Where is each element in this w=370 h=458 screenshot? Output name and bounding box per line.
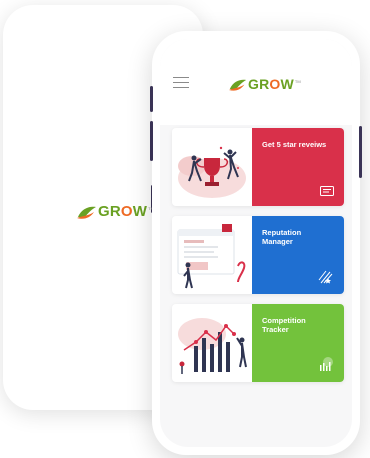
card-title: Reputation Manager bbox=[262, 228, 302, 246]
volume-up-button bbox=[150, 86, 153, 112]
card-panel: Reputation Manager bbox=[252, 216, 344, 294]
review-card-icon bbox=[320, 186, 334, 196]
card-get-reviews[interactable]: Get 5 star reveiws bbox=[172, 128, 344, 206]
trophy-illustration bbox=[172, 128, 252, 206]
hamburger-icon[interactable] bbox=[173, 77, 189, 89]
card-title: Competition Tracker bbox=[262, 316, 306, 334]
power-button bbox=[359, 126, 362, 178]
logo-wordmark: GROW bbox=[248, 76, 294, 92]
app-showcase: GROW TM GROW TM bbox=[0, 0, 370, 458]
trademark-mark: TM bbox=[294, 78, 301, 84]
competition-illustration bbox=[172, 304, 252, 382]
splash-logo: GROW TM bbox=[76, 203, 154, 220]
header-logo: GROW TM bbox=[228, 76, 301, 92]
logo-wordmark: GROW bbox=[98, 203, 148, 220]
app-screen: GROW TM Get 5 star reveiws Reputation Ma… bbox=[160, 39, 352, 447]
card-competition-tracker[interactable]: Competition Tracker bbox=[172, 304, 344, 382]
grow-leaf-logo-icon bbox=[228, 79, 247, 91]
reputation-illustration bbox=[172, 216, 252, 294]
card-reputation-manager[interactable]: Reputation Manager bbox=[172, 216, 344, 294]
app-phone: GROW TM Get 5 star reveiws Reputation Ma… bbox=[150, 31, 362, 455]
card-panel: Get 5 star reveiws bbox=[252, 128, 344, 206]
grow-leaf-logo-icon bbox=[77, 206, 96, 219]
stars-icon bbox=[318, 270, 333, 284]
bar-chart-icon bbox=[320, 357, 333, 371]
card-panel: Competition Tracker bbox=[252, 304, 344, 382]
app-header: GROW TM bbox=[160, 39, 352, 125]
volume-down-button bbox=[150, 121, 153, 161]
card-title: Get 5 star reveiws bbox=[262, 140, 327, 149]
